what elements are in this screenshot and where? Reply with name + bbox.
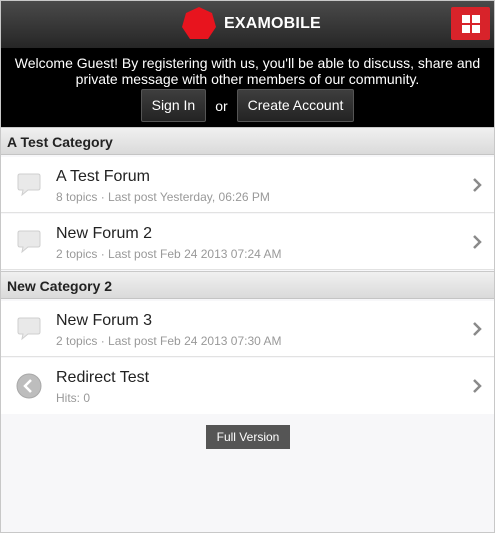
sign-in-button[interactable]: Sign In (140, 89, 207, 122)
forum-meta: Hits: 0 (56, 391, 91, 405)
auth-actions: Sign In or Create Account (1, 89, 494, 122)
forum-row[interactable]: Redirect Test Hits: 0 (1, 358, 494, 414)
forum-title: New Forum 3 (56, 312, 153, 329)
forum-row[interactable]: New Forum 3 2 topics · Last post Feb 24 … (1, 301, 494, 357)
forum-row[interactable]: New Forum 2 2 topics · Last post Feb 24 … (1, 214, 494, 270)
header-bar: EXAMOBILE (1, 1, 494, 48)
forum-title: New Forum 2 (56, 225, 153, 242)
full-version-button[interactable]: Full Version (206, 425, 290, 449)
grid-menu-icon (461, 14, 480, 33)
brand-logo-link[interactable]: EXAMOBILE (181, 6, 321, 42)
welcome-banner: Welcome Guest! By registering with us, y… (1, 48, 494, 127)
speech-bubble-icon (17, 173, 41, 197)
redirect-arrow-icon (16, 373, 42, 399)
category-header: New Category 2 (1, 271, 494, 299)
forum-meta: 2 topics · Last post Feb 24 2013 07:24 A… (56, 247, 282, 261)
forum-row[interactable]: A Test Forum 8 topics · Last post Yester… (1, 157, 494, 213)
chevron-right-icon (473, 322, 482, 336)
chevron-right-icon (473, 379, 482, 393)
speech-bubble-icon (17, 230, 41, 254)
mobile-forum-page: EXAMOBILE Welcome Guest! By registering … (0, 0, 495, 533)
forum-title: Redirect Test (56, 369, 150, 386)
or-label: or (215, 97, 228, 114)
chevron-right-icon (473, 235, 482, 249)
forum-meta: 8 topics · Last post Yesterday, 06:26 PM (56, 190, 270, 204)
forum-title: A Test Forum (56, 168, 150, 185)
brand-heptagon-icon (182, 7, 216, 39)
chevron-right-icon (473, 178, 482, 192)
speech-bubble-icon (17, 317, 41, 341)
welcome-message: Welcome Guest! By registering with us, y… (14, 55, 481, 87)
forum-meta: 2 topics · Last post Feb 24 2013 07:30 A… (56, 334, 282, 348)
create-account-button[interactable]: Create Account (236, 89, 355, 122)
menu-button[interactable] (451, 7, 490, 40)
category-header: A Test Category (1, 127, 494, 155)
brand-name: EXAMOBILE (224, 15, 321, 32)
